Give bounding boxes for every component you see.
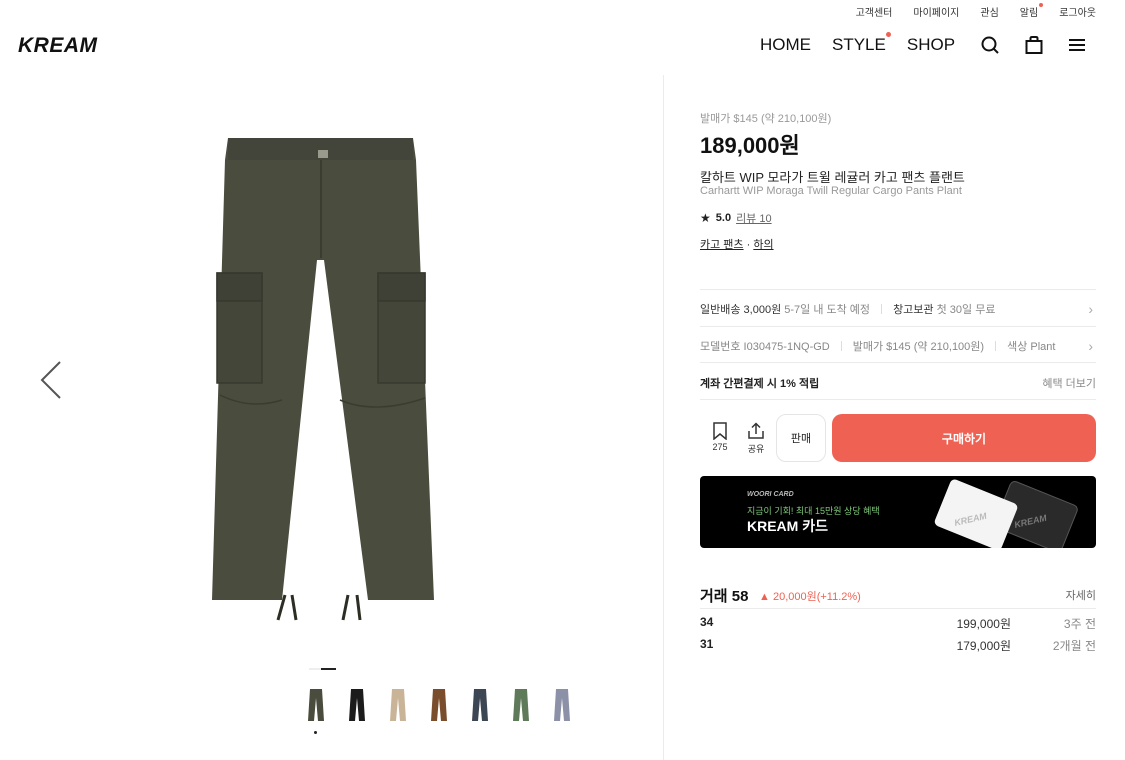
util-link-customer-center[interactable]: 고객센터 xyxy=(856,4,893,19)
trades-title: 거래 58 xyxy=(700,588,749,605)
trade-time: 2개월 전 xyxy=(1052,639,1096,653)
rating: ★ 5.0 리뷰 10 xyxy=(700,210,772,226)
color-thumbnail[interactable] xyxy=(384,688,412,728)
release-price: 발매가 $145 (약 210,100원) xyxy=(700,113,832,125)
product-main-image xyxy=(212,138,434,621)
product-name-ko: 칼하트 WIP 모라가 트윌 레귤러 카고 팬츠 플랜트 xyxy=(700,170,965,185)
trade-price: 179,000원 xyxy=(956,639,1011,653)
star-icon: ★ xyxy=(700,211,711,225)
shipping-label: 일반배송 xyxy=(700,304,741,316)
rating-score: 5.0 xyxy=(715,212,732,224)
menu-icon[interactable] xyxy=(1066,34,1088,56)
color-thumbnail[interactable] xyxy=(302,688,330,734)
image-pager xyxy=(309,668,336,670)
column-divider xyxy=(663,75,664,760)
color-name: 색상 Plant xyxy=(1007,341,1056,353)
shopping-bag-icon[interactable] xyxy=(1023,34,1045,56)
bookmark-count: 275 xyxy=(712,442,728,452)
benefit-label: 계좌 간편결제 시 1% 적립 xyxy=(700,378,820,390)
category-separator: · xyxy=(743,239,754,251)
product-info-row[interactable]: 모델번호 I030475-1NQ-GD 발매가 $145 (약 210,100원… xyxy=(700,338,1096,354)
divider xyxy=(700,326,1096,327)
bookmark-button[interactable]: 275 xyxy=(705,422,735,452)
storage-label: 창고보관 xyxy=(893,304,934,316)
divider xyxy=(700,608,1096,609)
color-thumbnails xyxy=(302,688,576,734)
category-link-bottoms[interactable]: 하의 xyxy=(753,239,773,251)
shipping-eta: 5-7일 내 도착 예정 xyxy=(784,304,871,316)
divider xyxy=(700,362,1096,363)
separator xyxy=(881,304,883,314)
color-thumbnail[interactable] xyxy=(425,688,453,728)
util-link-wishlist[interactable]: 관심 xyxy=(980,4,998,19)
divider xyxy=(700,399,1096,400)
category-link-cargo[interactable]: 카고 팬츠 xyxy=(700,239,744,251)
color-thumbnail[interactable] xyxy=(507,688,535,728)
trades-more-link[interactable]: 자세히 xyxy=(1066,587,1096,603)
benefit-more-link[interactable]: 혜택 더보기 xyxy=(1042,375,1096,391)
kream-logo[interactable]: KREAM xyxy=(18,34,98,58)
sell-button[interactable]: 판매 xyxy=(776,414,826,462)
divider xyxy=(700,289,1096,290)
color-thumbnail[interactable] xyxy=(466,688,494,728)
main-nav: HOME STYLE SHOP xyxy=(760,32,955,55)
util-link-notifications[interactable]: 알림 xyxy=(1020,3,1044,19)
trade-price: 199,000원 xyxy=(956,617,1011,631)
benefit-row: 계좌 간편결제 시 1% 적립 혜택 더보기 xyxy=(700,375,1096,391)
search-icon[interactable] xyxy=(979,34,1001,56)
storage-desc: 첫 30일 무료 xyxy=(936,304,996,316)
color-thumbnail[interactable] xyxy=(343,688,371,728)
bookmark-icon xyxy=(713,422,727,441)
trade-time: 3주 전 xyxy=(1063,617,1096,631)
category-links: 카고 팬츠 · 하의 xyxy=(700,236,774,252)
banner-card-name: KREAM 카드 xyxy=(747,518,828,534)
trade-size: 34 xyxy=(700,615,714,629)
share-label: 공유 xyxy=(747,444,765,454)
util-link-logout[interactable]: 로그아웃 xyxy=(1059,4,1096,19)
info-release-price: 발매가 $145 (약 210,100원) xyxy=(852,341,985,353)
trade-size: 31 xyxy=(700,637,714,651)
product-name-en: Carhartt WIP Moraga Twill Regular Cargo … xyxy=(700,185,962,197)
trades-change-value: 20,000원(+11.2%) xyxy=(772,591,861,603)
trades-change: ▲ 20,000원(+11.2%) xyxy=(759,588,861,604)
woori-card-banner[interactable]: WOORI CARD 지금이 기회! 최대 15만원 상당 혜택 KREAM 카… xyxy=(700,476,1096,548)
share-button[interactable]: 공유 xyxy=(741,422,771,455)
utility-nav: 고객센터 마이페이지 관심 알림 로그아웃 xyxy=(856,3,1096,19)
credit-cards-image: KREAM KREAM xyxy=(934,479,1078,548)
nav-shop[interactable]: SHOP xyxy=(907,35,955,55)
prev-image-arrow-icon[interactable] xyxy=(38,360,64,400)
model-number: 모델번호 I030475-1NQ-GD xyxy=(700,341,830,353)
share-icon xyxy=(748,422,764,439)
triangle-up-icon: ▲ xyxy=(759,591,770,603)
shipping-row[interactable]: 일반배송 3,000원 5-7일 내 도착 예정 창고보관 첫 30일 무료 › xyxy=(700,301,1096,317)
separator xyxy=(840,341,842,351)
selected-dot xyxy=(314,731,317,734)
banner-brand: WOORI CARD xyxy=(747,491,794,498)
review-link[interactable]: 리뷰 10 xyxy=(736,210,772,226)
current-price: 189,000원 xyxy=(700,133,800,158)
util-link-mypage[interactable]: 마이페이지 xyxy=(913,4,959,19)
shipping-price: 3,000원 xyxy=(743,304,782,316)
separator xyxy=(995,341,997,351)
nav-style[interactable]: STYLE xyxy=(832,32,891,55)
nav-home[interactable]: HOME xyxy=(760,35,811,55)
chevron-right-icon: › xyxy=(1088,338,1093,354)
color-thumbnail[interactable] xyxy=(548,688,576,728)
buy-button[interactable]: 구매하기 xyxy=(832,414,1096,462)
chevron-right-icon: › xyxy=(1088,301,1093,317)
